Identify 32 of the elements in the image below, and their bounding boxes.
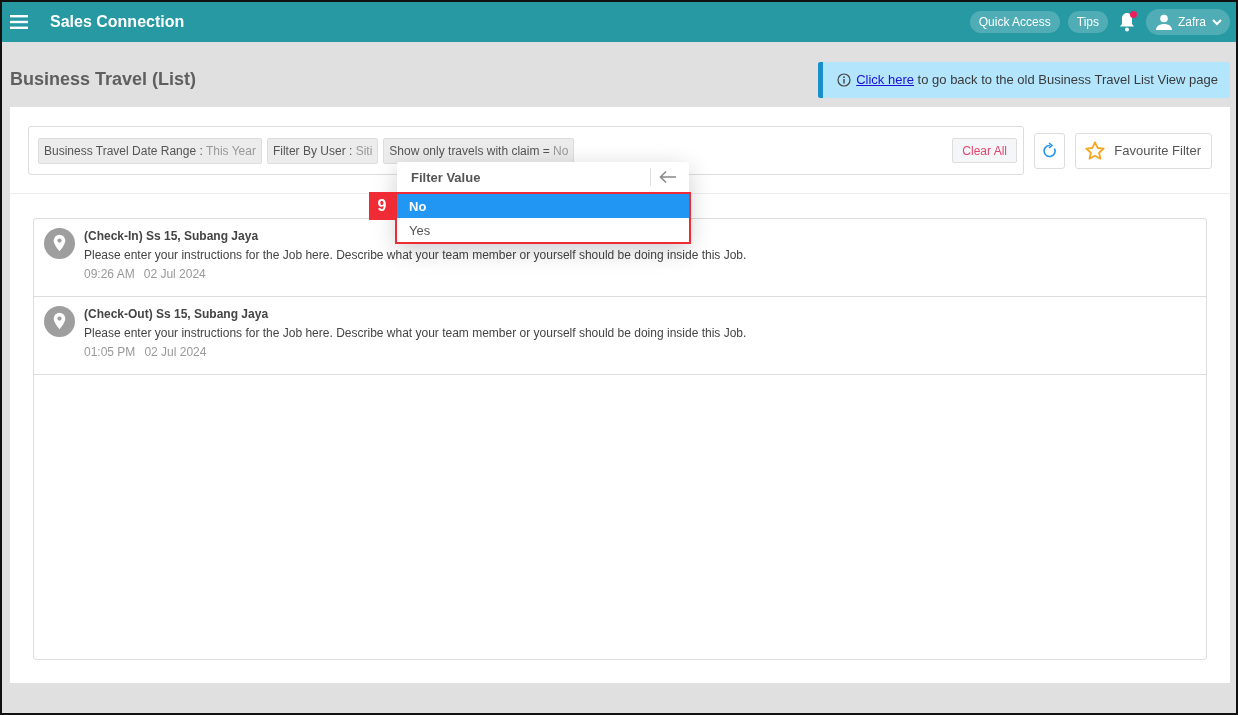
entry-description: Please enter your instructions for the Job here. Describe what your team member or yourself should be doing inside this Job. — [84, 326, 747, 340]
dropdown-title: Filter Value — [411, 169, 481, 185]
location-pin-icon — [44, 228, 75, 259]
filter-chip[interactable]: Show only travels with claim = No — [383, 137, 575, 164]
entry-title: (Check-Out) Ss 15, Subang Jaya — [84, 307, 269, 321]
app-title: Sales Connection — [50, 13, 186, 31]
favourite-filter-button[interactable]: Favourite Filter — [1075, 132, 1212, 169]
menu-icon[interactable] — [10, 15, 28, 29]
entry-date: 02 Jul 2024 — [143, 267, 206, 281]
refresh-button[interactable] — [1034, 132, 1066, 169]
entry-time: 09:26 AM — [84, 267, 135, 281]
location-pin-icon — [44, 306, 75, 337]
entry-time: 01:05 PM — [84, 345, 136, 359]
entry-date: 02 Jul 2024 — [144, 345, 207, 359]
info-icon — [837, 72, 852, 87]
click-here-link[interactable]: Click here — [856, 72, 914, 87]
filter-chip[interactable]: Filter By User : Siti — [266, 137, 379, 164]
step-badge: 9 — [369, 192, 395, 220]
entry-description: Please enter your instructions for the Job here. Describe what your team member or yourself should be doing inside this Job. — [84, 248, 747, 262]
back-button[interactable] — [650, 168, 677, 186]
banner-text: Click here to go back to the old Business Travel List View page — [856, 72, 1218, 87]
user-icon — [1156, 14, 1172, 30]
page-title: Business Travel (List) — [10, 69, 197, 90]
filter-chip[interactable]: Business Travel Date Range : This Year — [38, 137, 262, 164]
clear-all-button[interactable]: Clear All — [952, 138, 1017, 163]
arrow-left-icon — [659, 170, 677, 184]
refresh-icon — [1041, 141, 1058, 160]
star-icon — [1084, 139, 1107, 162]
entry-title: (Check-In) Ss 15, Subang Jaya — [84, 229, 259, 243]
chevron-down-icon — [1212, 18, 1222, 26]
travel-entry[interactable]: (Check-Out) Ss 15, Subang Jaya Please enter your instructions for the Job here. Describe what your team member or yourself should be doing inside this Job. 01:05 PM 02 Jul 2024 — [34, 297, 1206, 375]
dropdown-option[interactable]: Yes — [397, 218, 689, 242]
